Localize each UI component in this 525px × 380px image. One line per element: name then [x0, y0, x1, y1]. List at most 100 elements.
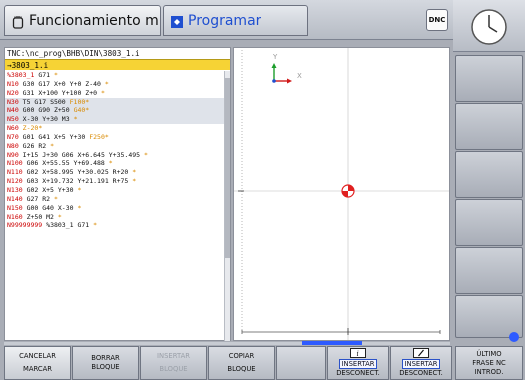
tab-machine-mode[interactable]: Funcionamiento m…	[4, 5, 161, 36]
vertical-softkey-1[interactable]	[455, 55, 523, 102]
vertical-softkey-3[interactable]	[455, 151, 523, 198]
editor-scroll-thumb[interactable]	[225, 78, 230, 258]
block-number: N50	[7, 115, 19, 124]
block-suffix: *	[144, 150, 148, 159]
clock-panel	[453, 0, 525, 52]
code-line[interactable]: N130 G02 X+5 Y+30 *	[5, 186, 224, 195]
vertical-softkey-2[interactable]	[455, 103, 523, 150]
code-line[interactable]: N150 G00 G40 X-30 *	[5, 204, 224, 213]
block-text: G31 X+100 Y+100 Z+0	[22, 88, 98, 97]
block-number: N120	[7, 177, 23, 186]
tab-program-mode[interactable]: Programar	[163, 5, 308, 36]
block-suffix: *	[54, 71, 58, 79]
hand-icon	[11, 14, 25, 29]
block-suffix: G40*	[73, 106, 90, 115]
code-line[interactable]: N70 G01 G41 X+5 Y+30 F250*	[5, 133, 224, 142]
block-number: N110	[7, 168, 23, 177]
code-line[interactable]: N80 G26 R2 *	[5, 142, 224, 151]
block-text: G71	[38, 71, 51, 79]
block-number: N30	[7, 97, 19, 106]
block-text: %3803_1 G71	[46, 221, 90, 230]
program-icon	[170, 14, 184, 28]
programming-graphic[interactable]: X Y	[233, 47, 450, 341]
block-number: N140	[7, 194, 23, 203]
block-text: T5 G17 S500	[22, 97, 66, 106]
block-suffix: *	[93, 221, 98, 230]
code-line[interactable]: N10 G30 G17 X+0 Y+0 Z-40 *	[5, 80, 224, 89]
block-number: N99999999	[7, 221, 43, 230]
code-line[interactable]: N140 G27 R2 *	[5, 195, 224, 204]
code-line[interactable]: N100 G06 X+55.55 Y+69.488 *	[5, 159, 224, 168]
copy-block-line2: BLOQUE	[227, 365, 256, 373]
block-text: G02 X+5 Y+30	[26, 185, 74, 194]
code-line[interactable]: N120 G03 X+19.732 Y+21.191 R+75 *	[5, 177, 224, 186]
block-number: N70	[7, 132, 19, 141]
cancel-mark-softkey[interactable]: CANCELAR MARCAR	[4, 346, 71, 380]
code-line[interactable]: N110 G02 X+58.995 Y+30.025 R+20 *	[5, 168, 224, 177]
svg-text:i: i	[357, 350, 359, 357]
insert-disconnect-2-line1: INSERTAR	[401, 359, 441, 369]
block-number: %3803_1	[7, 71, 35, 79]
insert-block-softkey[interactable]: INSERTAR BLOQUE	[140, 346, 207, 380]
cancel-mark-line2: MARCAR	[22, 365, 53, 373]
block-text: G26 R2	[22, 141, 47, 150]
code-line[interactable]: N40 G00 G90 Z+50 G40*	[5, 106, 224, 116]
last-nc-line1: ÚLTIMO	[476, 349, 502, 358]
softkey-row-indicator	[509, 332, 519, 342]
last-nc-line2: FRASE NC	[472, 358, 506, 367]
vertical-softkey-4[interactable]	[455, 199, 523, 246]
block-text: G30 G17 X+0 Y+0 Z-40	[22, 79, 101, 88]
empty-softkey[interactable]	[276, 346, 326, 380]
insert-disconnect-1-line1: INSERTAR	[338, 359, 378, 369]
code-line[interactable]: N160 Z+50 M2 *	[5, 213, 224, 222]
block-suffix: *	[57, 212, 62, 221]
code-line[interactable]: N99999999 %3803_1 G71 *	[5, 221, 224, 230]
code-line[interactable]: N90 I+15 J+30 G06 X+6.645 Y+35.495 *	[5, 151, 224, 160]
dnc-badge[interactable]: DNC	[426, 9, 448, 31]
block-suffix: *	[50, 141, 54, 150]
clock-icon	[471, 9, 507, 45]
block-number: N40	[7, 106, 19, 115]
block-text: Z+50 M2	[26, 212, 54, 221]
graphic-canvas	[234, 47, 449, 340]
block-suffix: *	[77, 185, 82, 194]
block-suffix: *	[73, 115, 78, 124]
block-text: G00 G40 X-30	[26, 203, 74, 212]
nc-code-list[interactable]: %3803_1 G71 * N10 G30 G17 X+0 Y+0 Z-40 * N…	[5, 71, 224, 230]
block-number: N60	[7, 124, 19, 133]
pencil-icon	[413, 348, 429, 358]
code-line[interactable]: %3803_1 G71 *	[5, 71, 224, 80]
delete-block-softkey[interactable]: BORRAR BLOQUE	[72, 346, 139, 380]
program-editor[interactable]: TNC:\nc_prog\BHB\DIN\3803_1.i →3803_1.i …	[4, 47, 231, 341]
code-line[interactable]: N20 G31 X+100 Y+100 Z+0 *	[5, 89, 224, 98]
last-nc-block-softkey[interactable]: ÚLTIMO FRASE NC INTROD.	[455, 346, 523, 380]
copy-block-softkey[interactable]: COPIAR BLOQUE	[208, 346, 275, 380]
block-number: N100	[7, 159, 23, 168]
code-line[interactable]: N60 Z-20*	[5, 124, 224, 133]
block-text: G00 G90 Z+50	[22, 106, 70, 115]
code-line[interactable]: N30 T5 G17 S500 F100*	[5, 97, 224, 107]
block-text: I+15 J+30 G06 X+6.645 Y+35.495	[22, 150, 141, 159]
vertical-softkey-5[interactable]	[455, 247, 523, 294]
delete-block-line2: BLOQUE	[91, 363, 120, 371]
block-suffix: *	[77, 203, 82, 212]
block-text: G01 G41 X+5 Y+30	[22, 132, 86, 141]
insert-disconnect-1-line2: DESCONECT.	[336, 369, 380, 377]
block-suffix: F100*	[69, 97, 90, 106]
block-number: N150	[7, 203, 23, 212]
status-strip	[4, 342, 450, 345]
block-suffix: *	[132, 168, 137, 177]
block-text: G03 X+19.732 Y+21.191 R+75	[26, 177, 129, 186]
insert-disconnect-softkey-2[interactable]: INSERTAR DESCONECT.	[390, 346, 452, 380]
insert-block-line1: INSERTAR	[157, 352, 190, 360]
block-text: G06 X+55.55 Y+69.488	[26, 159, 105, 168]
last-nc-line3: INTROD.	[474, 367, 504, 376]
block-number: N130	[7, 185, 23, 194]
delete-block-line1: BORRAR	[91, 354, 120, 362]
block-number: N160	[7, 212, 23, 221]
insert-disconnect-softkey-1[interactable]: i INSERTAR DESCONECT.	[327, 346, 389, 380]
tab-program-label: Programar	[188, 12, 262, 29]
block-number: N90	[7, 150, 19, 159]
block-suffix: F250*	[89, 132, 109, 141]
code-line[interactable]: N50 X-30 Y+30 M3 *	[5, 115, 224, 125]
